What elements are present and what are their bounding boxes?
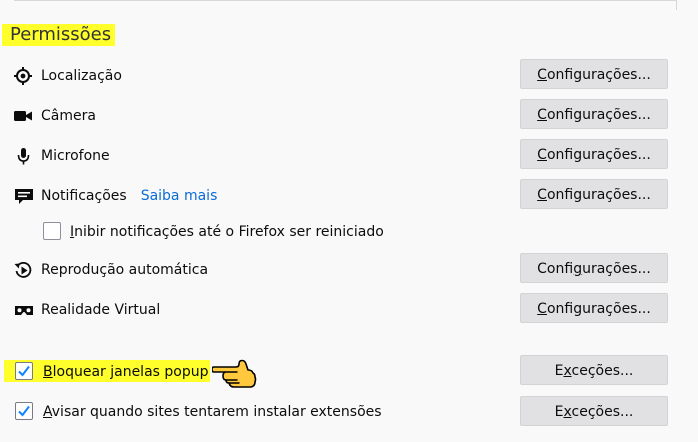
pause-notifications-label[interactable]: Inibir notificações até o Firefox ser re…	[70, 223, 384, 241]
label-text: nibir notificações até o Firefox ser rei…	[74, 224, 384, 240]
learn-more-link[interactable]: Saiba mais	[141, 188, 218, 204]
autoplay-icon	[14, 261, 34, 279]
block-popups-label[interactable]: Bloquear janelas popup	[43, 363, 209, 381]
label-accesskey: B	[43, 364, 53, 380]
autoplay-settings-button[interactable]: Configurações...	[520, 253, 668, 283]
btn-text: onfigurações...	[546, 67, 651, 83]
section-title-permissions: Permissões	[2, 24, 116, 46]
notifications-label-text: Notificações	[41, 188, 127, 204]
vr-headset-icon	[14, 301, 34, 319]
camera-icon	[14, 107, 34, 125]
notifications-settings-button[interactable]: Configurações...	[520, 179, 668, 209]
permission-row-notifications: Notificações Saiba mais Configurações...	[0, 179, 698, 213]
btn-text: urações...	[582, 261, 651, 277]
permission-row-camera: Câmera Configurações...	[0, 99, 698, 133]
btn-accesskey: C	[537, 301, 547, 317]
warn-addons-label[interactable]: Avisar quando sites tentarem instalar ex…	[43, 403, 382, 421]
vr-settings-button[interactable]: Configurações...	[520, 293, 668, 323]
checkmark-icon	[18, 365, 30, 377]
permission-label-microphone: Microfone	[41, 148, 110, 164]
btn-accesskey: C	[537, 187, 547, 203]
btn-text: Confi	[537, 261, 574, 277]
label-text: visar quando sites tentarem instalar ext…	[51, 404, 382, 420]
top-divider	[14, 0, 677, 1]
btn-text: onfigurações...	[546, 187, 651, 203]
addons-exceptions-button[interactable]: Exceções...	[520, 396, 668, 426]
right-divider	[676, 0, 677, 10]
microphone-settings-button[interactable]: Configurações...	[520, 139, 668, 169]
btn-accesskey: g	[573, 261, 583, 277]
permission-row-autoplay: Reprodução automática Configurações...	[0, 253, 698, 287]
pointing-hand-icon	[211, 358, 258, 390]
notifications-icon	[14, 187, 34, 205]
btn-accesskey: C	[537, 147, 547, 163]
btn-text: onfigurações...	[546, 301, 651, 317]
checkmark-icon	[18, 405, 30, 417]
btn-text: ceções...	[571, 363, 634, 379]
popups-exceptions-button[interactable]: Exceções...	[520, 355, 668, 385]
warn-addons-checkbox[interactable]	[15, 402, 33, 420]
permission-row-location: Localização Configurações...	[0, 59, 698, 93]
block-popups-checkbox[interactable]	[15, 362, 33, 380]
btn-accesskey: x	[563, 363, 572, 379]
btn-text: onfigurações...	[546, 107, 651, 123]
location-settings-button[interactable]: Configurações...	[520, 59, 668, 89]
btn-accesskey: C	[537, 67, 547, 83]
permission-label-location: Localização	[41, 68, 122, 84]
btn-accesskey: x	[563, 404, 572, 420]
camera-settings-button[interactable]: Configurações...	[520, 99, 668, 129]
label-text: loquear janelas popup	[52, 364, 209, 380]
location-icon	[14, 67, 34, 85]
permission-label-autoplay: Reprodução automática	[41, 262, 209, 278]
label-accesskey: A	[43, 404, 52, 420]
permission-label-vr: Realidade Virtual	[41, 302, 161, 318]
permission-label-camera: Câmera	[41, 108, 96, 124]
btn-text: onfigurações...	[546, 147, 651, 163]
permission-row-vr: Realidade Virtual Configurações...	[0, 293, 698, 327]
permission-label-notifications: Notificações Saiba mais	[41, 187, 217, 205]
pause-notifications-checkbox[interactable]	[43, 222, 61, 240]
microphone-icon	[14, 147, 34, 165]
btn-text: ceções...	[571, 404, 634, 420]
permission-row-microphone: Microfone Configurações...	[0, 139, 698, 173]
btn-accesskey: C	[537, 107, 547, 123]
